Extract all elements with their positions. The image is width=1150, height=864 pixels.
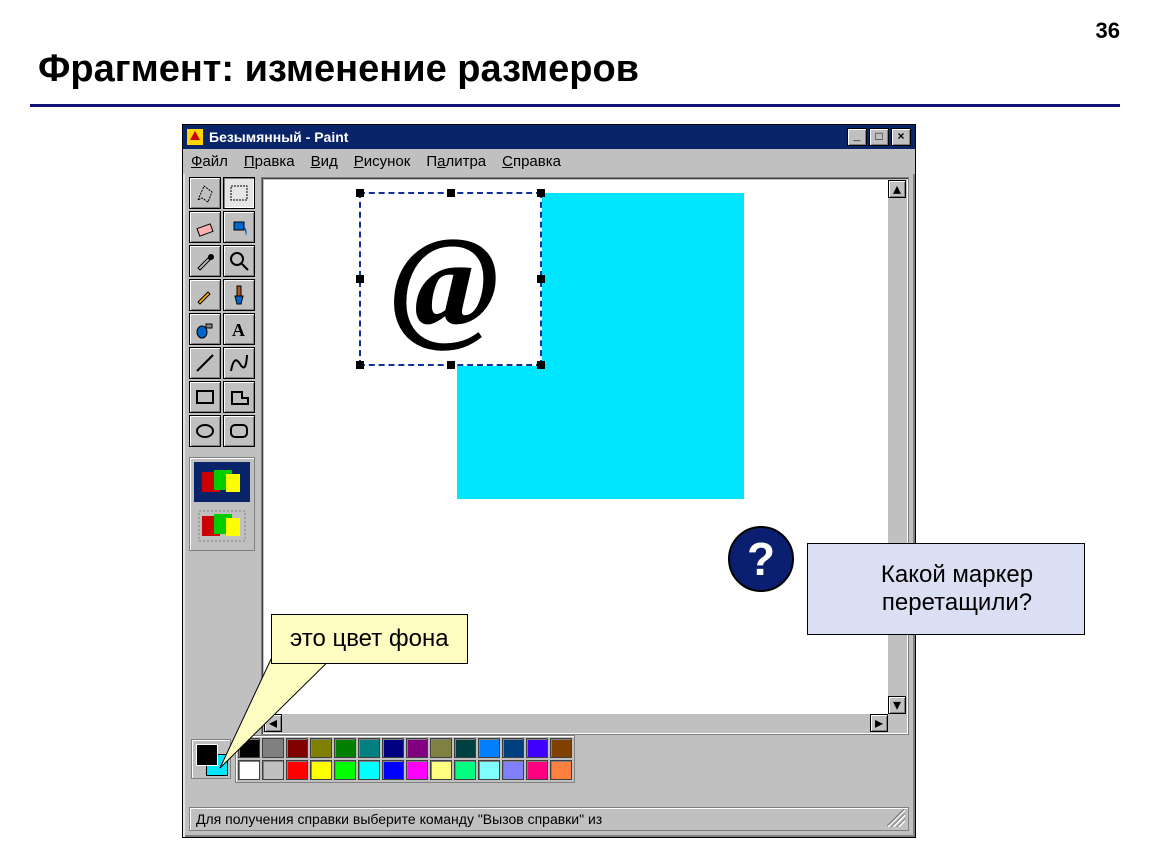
titlebar[interactable]: Безымянный - Paint _ □ × [183, 125, 915, 149]
slide-title: Фрагмент: изменение размеров [38, 48, 639, 91]
brush-tool[interactable] [223, 279, 255, 311]
close-button[interactable]: × [891, 128, 911, 146]
handle-nw[interactable] [356, 189, 364, 197]
handle-sw[interactable] [356, 361, 364, 369]
title-rule [30, 104, 1120, 107]
callout-tail-icon [200, 550, 460, 780]
rect-select-tool-icon [228, 182, 250, 204]
airbrush-tool[interactable] [189, 313, 221, 345]
picker-tool-icon [194, 250, 216, 272]
handle-se[interactable] [537, 361, 545, 369]
color-swatch[interactable] [526, 738, 548, 758]
minimize-button[interactable]: _ [847, 128, 867, 146]
pencil-tool-icon [194, 284, 216, 306]
transparent-icon [198, 510, 246, 542]
callout-text: это цвет фона [290, 625, 449, 652]
scroll-right-button[interactable]: ▸ [870, 714, 888, 732]
status-text: Для получения справки выберите команду "… [196, 811, 602, 827]
app-icon [187, 129, 203, 145]
at-symbol: @ [391, 218, 499, 348]
magnifier-tool-icon [228, 250, 250, 272]
toolbox: A [189, 177, 257, 551]
curve-tool[interactable] [223, 347, 255, 379]
rect-select-tool[interactable] [223, 177, 255, 209]
ellipse-tool-icon [194, 420, 216, 442]
question-mark-icon: ? [747, 532, 775, 586]
window-title: Безымянный - Paint [209, 129, 348, 145]
color-swatch[interactable] [502, 760, 524, 780]
callout-bg-color: это цвет фона [271, 614, 468, 664]
curve-tool-icon [228, 352, 250, 374]
handle-w[interactable] [356, 275, 364, 283]
opaque-icon [198, 466, 246, 498]
rounded-rect-tool-icon [228, 420, 250, 442]
handle-n[interactable] [447, 189, 455, 197]
color-swatch[interactable] [526, 760, 548, 780]
free-select-tool[interactable] [189, 177, 221, 209]
question-mark-circle: ? [728, 526, 794, 592]
question-text: Какой маркер перетащили? [836, 561, 1078, 617]
slide-number: 36 [1096, 18, 1120, 44]
color-swatch[interactable] [478, 760, 500, 780]
fill-tool[interactable] [223, 211, 255, 243]
rectangle-tool-icon [194, 386, 216, 408]
selection-frame[interactable]: @ [359, 192, 542, 366]
picker-tool[interactable] [189, 245, 221, 277]
handle-s[interactable] [447, 361, 455, 369]
menu-bar: ФФайлайл Правка Вид Рисунок Палитра Спра… [183, 149, 915, 174]
tool-options [189, 457, 255, 551]
line-tool[interactable] [189, 347, 221, 379]
brush-tool-icon [228, 284, 250, 306]
airbrush-tool-icon [194, 318, 216, 340]
ellipse-tool[interactable] [189, 415, 221, 447]
menu-edit[interactable]: Правка [244, 153, 295, 170]
menu-file[interactable]: ФФайлайл [191, 153, 228, 170]
status-bar: Для получения справки выберите команду "… [189, 807, 909, 831]
maximize-button[interactable]: □ [869, 128, 889, 146]
scroll-up-button[interactable]: ▴ [888, 180, 906, 198]
line-tool-icon [194, 352, 216, 374]
text-tool[interactable]: A [223, 313, 255, 345]
polygon-tool[interactable] [223, 381, 255, 413]
text-tool-icon: A [228, 318, 250, 340]
fill-tool-icon [228, 216, 250, 238]
menu-palette[interactable]: Палитра [426, 153, 486, 170]
polygon-tool-icon [228, 386, 250, 408]
svg-text:A: A [232, 320, 245, 340]
pencil-tool[interactable] [189, 279, 221, 311]
menu-image[interactable]: Рисунок [354, 153, 411, 170]
handle-e[interactable] [537, 275, 545, 283]
magnifier-tool[interactable] [223, 245, 255, 277]
question-box: Какой маркер перетащили? [807, 543, 1085, 635]
option-opaque[interactable] [194, 462, 250, 502]
color-swatch[interactable] [550, 738, 572, 758]
color-swatch[interactable] [502, 738, 524, 758]
handle-ne[interactable] [537, 189, 545, 197]
eraser-tool[interactable] [189, 211, 221, 243]
resize-grip[interactable] [887, 809, 905, 827]
menu-view[interactable]: Вид [311, 153, 338, 170]
free-select-tool-icon [194, 182, 216, 204]
color-swatch[interactable] [550, 760, 572, 780]
rectangle-tool[interactable] [189, 381, 221, 413]
rounded-rect-tool[interactable] [223, 415, 255, 447]
eraser-tool-icon [194, 216, 216, 238]
scroll-down-button[interactable]: ▾ [888, 696, 906, 714]
menu-help[interactable]: Справка [502, 153, 561, 170]
color-swatch[interactable] [478, 738, 500, 758]
option-transparent[interactable] [194, 506, 250, 546]
